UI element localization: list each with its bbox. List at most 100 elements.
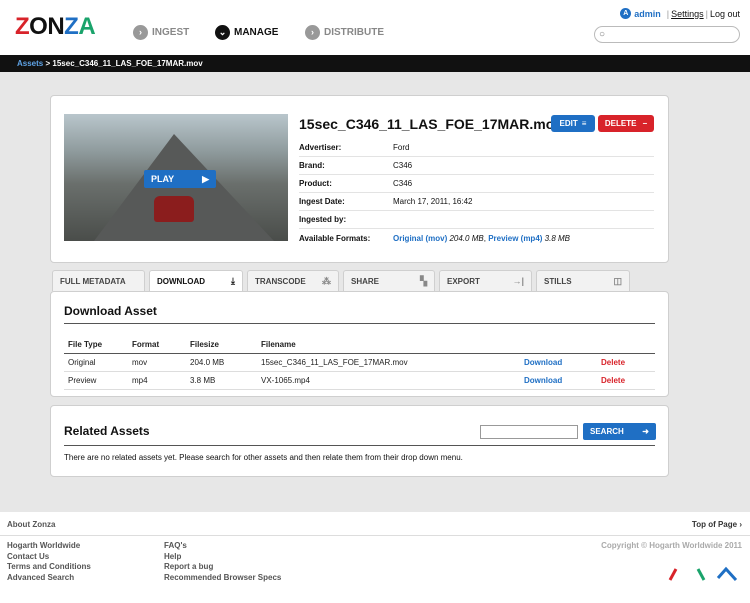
footer-link[interactable]: Terms and Conditions [7, 562, 91, 573]
related-search-button[interactable]: SEARCH ➜ [583, 423, 656, 440]
metadata-key: Advertiser: [299, 143, 342, 152]
tab-download[interactable]: DOWNLOAD ⤓ [149, 270, 243, 292]
play-button[interactable]: PLAY ▶ [144, 170, 216, 188]
footer-col-1: Hogarth Worldwide Contact Us Terms and C… [7, 541, 91, 583]
brand-marks-icon [668, 566, 738, 582]
tab-label: STILLS [544, 276, 572, 286]
settings-link[interactable]: Settings [671, 9, 704, 19]
related-search-input[interactable] [480, 425, 578, 439]
footer-top: About Zonza Top of Page › [0, 512, 750, 536]
metadata-value: March 17, 2011, 16:42 [393, 197, 473, 206]
cell-filesize: 204.0 MB [190, 358, 225, 367]
footer: About Zonza Top of Page › Hogarth Worldw… [0, 512, 750, 603]
footer-link[interactable]: Advanced Search [7, 573, 91, 584]
related-assets-panel: Related Assets SEARCH ➜ There are no rel… [50, 405, 669, 477]
export-icon: →| [512, 276, 524, 286]
footer-link[interactable]: Help [164, 552, 281, 563]
logout-link[interactable]: Log out [710, 9, 740, 19]
zonza-logo[interactable]: ZONZA [15, 15, 96, 39]
user-icon: A [620, 8, 632, 19]
search-button-label: SEARCH [590, 427, 624, 436]
global-search[interactable]: ○ [594, 26, 740, 43]
header-filesize: Filesize [190, 340, 219, 349]
footer-link[interactable]: Recommended Browser Specs [164, 573, 281, 584]
tab-stills[interactable]: STILLS ◫ [536, 270, 630, 291]
tab-full-metadata[interactable]: FULL METADATA [52, 270, 145, 291]
nav-manage-label: MANAGE [234, 26, 279, 38]
metadata-key: Ingested by: [299, 215, 347, 224]
asset-panel: PLAY ▶ 15sec_C346_11_LAS_FOE_17MAR.mov E… [50, 95, 669, 263]
cell-filename: VX-1065.mp4 [261, 376, 310, 385]
menu-icon: ≡ [581, 119, 587, 128]
delete-link[interactable]: Delete [601, 376, 655, 385]
camera-icon: ◫ [613, 275, 622, 286]
download-link[interactable]: Download [524, 376, 601, 385]
transcode-icon: ⁂ [322, 275, 331, 286]
user-links: A admin | Settings | Log out [620, 8, 740, 19]
formats-value: Original (mov) 204.0 MB, Preview (mp4) 3… [393, 234, 570, 243]
metadata-row-formats: Available Formats: Original (mov) 204.0 … [299, 229, 654, 247]
nav-manage[interactable]: ⌄ MANAGE [215, 23, 278, 41]
format-link-preview[interactable]: Preview (mp4) [488, 234, 542, 243]
delete-button-label: DELETE [604, 119, 637, 128]
metadata-key: Available Formats: [299, 233, 371, 243]
play-button-label: PLAY [151, 174, 175, 184]
breadcrumb: Assets > 15sec_C346_11_LAS_FOE_17MAR.mov [0, 55, 750, 72]
footer-col-2: FAQ's Help Report a bug Recommended Brow… [164, 541, 281, 583]
footer-link[interactable]: Hogarth Worldwide [7, 541, 91, 552]
cell-file-type: Preview [68, 376, 97, 385]
footer-link[interactable]: FAQ's [164, 541, 281, 552]
tab-label: TRANSCODE [255, 276, 306, 286]
divider [64, 445, 655, 446]
header-file-type: File Type [68, 340, 103, 349]
top-of-page-link[interactable]: Top of Page › [692, 520, 742, 529]
about-link[interactable]: About Zonza [7, 520, 55, 529]
tab-share[interactable]: SHARE ▚ [343, 270, 435, 291]
cell-format: mov [132, 358, 148, 367]
table-header: File Type Format Filesize Filename [64, 336, 655, 354]
nav-distribute-label: DISTRIBUTE [324, 26, 384, 38]
divider: | [705, 8, 708, 19]
chevron-right-icon: › [133, 24, 148, 40]
cell-file-type: Original [68, 358, 96, 367]
footer-link[interactable]: Contact Us [7, 552, 91, 563]
admin-link[interactable]: admin [634, 9, 661, 19]
table-row: Preview mp4 3.8 MB VX-1065.mp4 Download … [64, 372, 655, 390]
asset-title: 15sec_C346_11_LAS_FOE_17MAR.mov [299, 116, 563, 132]
delete-link[interactable]: Delete [601, 358, 655, 367]
tab-export[interactable]: EXPORT →| [439, 270, 532, 291]
download-link[interactable]: Download [524, 358, 601, 367]
download-title: Download Asset [64, 304, 157, 318]
share-icon: ▚ [420, 275, 427, 286]
edit-button[interactable]: EDIT ≡ [551, 115, 595, 132]
global-search-input[interactable] [611, 28, 736, 41]
chevron-down-icon: ⌄ [215, 24, 230, 40]
metadata-key: Brand: [299, 161, 325, 170]
metadata-row: Product: C346 [299, 175, 654, 193]
delete-button[interactable]: DELETE − [598, 115, 654, 132]
format-size: 204.0 MB [449, 233, 484, 243]
copyright-text: Copyright © Hogarth Worldwide 2011 [601, 541, 742, 550]
tab-label: SHARE [351, 276, 380, 286]
header: ZONZA › INGEST ⌄ MANAGE › DISTRIBUTE A a… [0, 0, 750, 55]
metadata-value: C346 [393, 179, 413, 188]
footer-link[interactable]: Report a bug [164, 562, 281, 573]
breadcrumb-assets-link[interactable]: Assets [17, 59, 43, 68]
nav-ingest[interactable]: › INGEST [133, 23, 189, 41]
format-separator: , [483, 233, 486, 243]
download-icon: ⤓ [231, 276, 235, 286]
download-table: File Type Format Filesize Filename Origi… [64, 323, 655, 390]
header-filename: Filename [261, 340, 296, 349]
cell-filename: 15sec_C346_11_LAS_FOE_17MAR.mov [261, 358, 408, 367]
minus-icon: − [642, 119, 648, 128]
cell-format: mp4 [132, 376, 148, 385]
video-thumbnail[interactable]: PLAY ▶ [64, 114, 288, 241]
metadata-row: Ingested by: [299, 211, 654, 229]
tab-transcode[interactable]: TRANSCODE ⁂ [247, 270, 339, 291]
nav-distribute[interactable]: › DISTRIBUTE [305, 23, 384, 41]
format-size: 3.8 MB [544, 233, 571, 243]
format-link-original[interactable]: Original (mov) [393, 234, 447, 243]
car-graphic [154, 196, 194, 222]
related-title: Related Assets [64, 424, 150, 438]
metadata-row: Ingest Date: March 17, 2011, 16:42 [299, 193, 654, 211]
